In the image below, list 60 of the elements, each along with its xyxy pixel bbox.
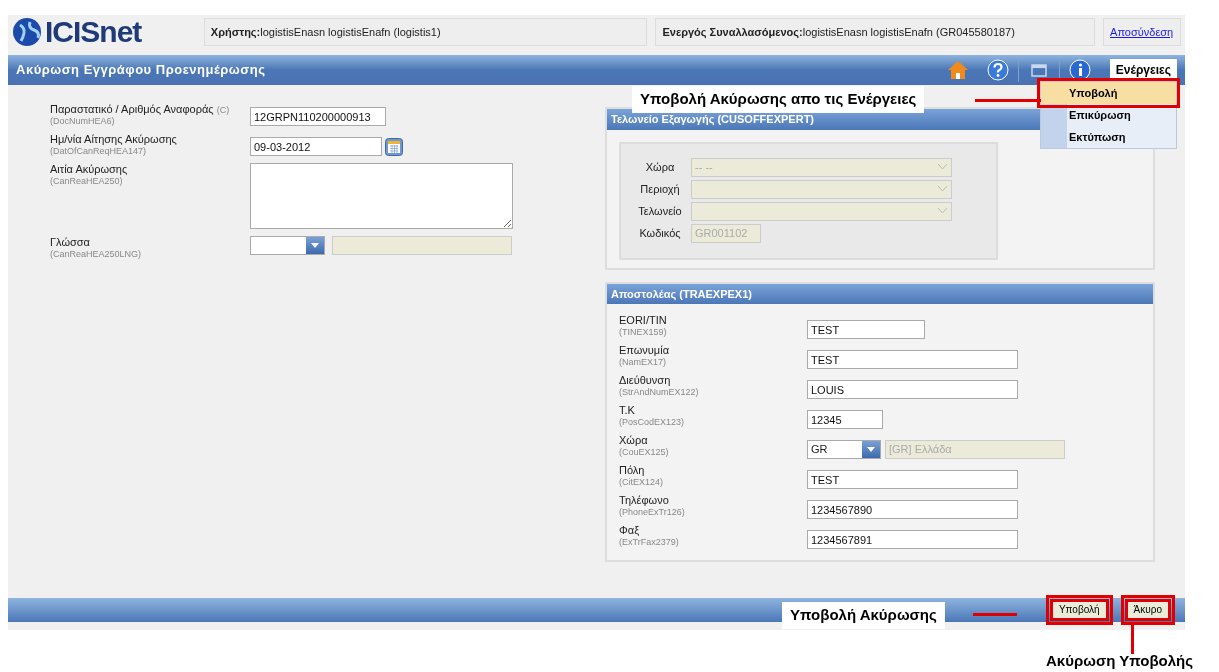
text-field[interactable]: 1234567890 (807, 500, 1018, 519)
field-label: Χώρα (619, 434, 649, 447)
leader-line (975, 99, 1041, 102)
partner-info: Ενεργός Συναλλασόμενος:logistisEnasn logistisEnafn (GR045580187) (655, 18, 1096, 46)
field-code: (ExTrFax2379) (619, 536, 680, 547)
text-field[interactable]: 1234567891 (807, 530, 1018, 549)
chevron-icon (937, 186, 947, 192)
field-label: Τελωνείο (637, 203, 683, 219)
text-field[interactable]: TEST (807, 350, 1018, 369)
field-label: Ημ/νία Αίτησης Ακύρωσης (50, 133, 178, 146)
field-code: (PhoneExTr126) (619, 506, 686, 517)
field-label: Περιοχή (639, 181, 681, 197)
actions-button[interactable]: Ενέργειες (1109, 59, 1177, 81)
field-code: (CouEX125) (619, 446, 670, 457)
caret-icon (311, 243, 319, 248)
field-label: Διεύθυνση (619, 374, 672, 387)
help-icon[interactable] (986, 59, 1009, 81)
field-code: (DatOfCanReqHEA147) (50, 145, 148, 156)
field-code: (TINEX159) (619, 326, 668, 337)
field-label: Παραστατικό / Αριθμός Αναφοράς (C) (50, 103, 231, 116)
field-label: Επωνυμία (619, 344, 670, 357)
globe-icon (12, 17, 42, 47)
callout-text: Υποβολή Ακύρωσης (782, 602, 945, 629)
text-field[interactable]: LOUIS (807, 380, 1018, 399)
dropdown-field[interactable]: GR (807, 440, 881, 459)
text-field[interactable]: TEST (807, 470, 1018, 489)
field-label: Τ.Κ (619, 404, 636, 417)
field-label: Χώρα (644, 159, 676, 175)
chevron-icon (937, 164, 947, 170)
dropdown-field[interactable] (250, 236, 325, 255)
field-code: (CitEX124) (619, 476, 664, 487)
callout-text: Υποβολή Ακύρωσης απο τις Ενέργειες (632, 86, 925, 113)
date-field[interactable]: 09-03-2012 (250, 137, 382, 156)
user-info: Χρήστης:logistisEnasn logistisEnafn (logistis1) (203, 18, 648, 46)
field-label: Αιτία Ακύρωσης (50, 163, 129, 176)
field-code: (DocNumHEA6) (50, 115, 116, 126)
field-label: EORI/TIN (619, 314, 668, 327)
text-field[interactable]: 12GRPN110200000913 (250, 107, 386, 126)
field-label: Πόλη (619, 464, 646, 477)
description-field: [GR] Ελλάδα (885, 440, 1065, 459)
logo-text: ICISnet (45, 17, 142, 47)
field-code: (StrAndNumEX122) (619, 386, 700, 397)
field-label: Γλώσσα (50, 236, 91, 249)
text-field[interactable]: TEST (807, 320, 925, 339)
field-code: (CanReaHEA250LNG) (50, 248, 143, 259)
field-code: (CanReaHEA250) (50, 175, 124, 186)
calendar-icon[interactable] (385, 137, 403, 156)
caret-icon (867, 447, 875, 452)
leader-line (973, 613, 1017, 616)
field-label: Φαξ (619, 524, 641, 537)
text-field[interactable]: 12345 (807, 410, 883, 429)
field-code: (NamEX17) (619, 356, 667, 367)
field-label: Τηλέφωνο (619, 494, 670, 507)
chevron-icon (937, 208, 947, 214)
field-code: (PosCodEX123) (619, 416, 686, 427)
leader-line (1131, 622, 1134, 654)
page-title: Ακύρωση Εγγράφου Προενημέρωσης (16, 61, 267, 80)
panel-header: Αποστολέας (TRAEXPEX1) (607, 283, 1153, 304)
field-label: Κωδικός (638, 225, 682, 241)
home-icon[interactable] (946, 59, 969, 81)
